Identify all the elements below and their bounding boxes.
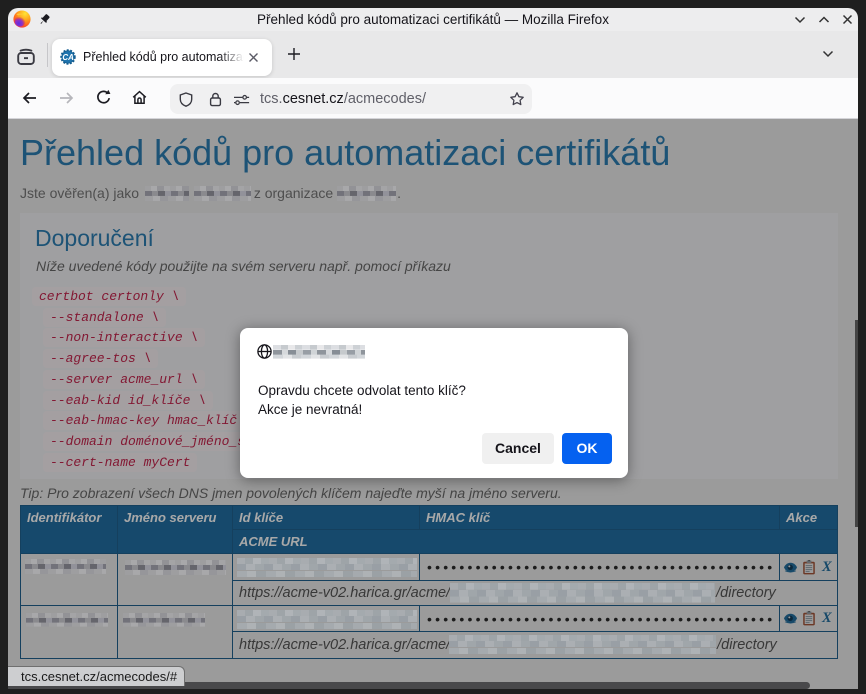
svg-text:CA: CA	[62, 53, 74, 62]
